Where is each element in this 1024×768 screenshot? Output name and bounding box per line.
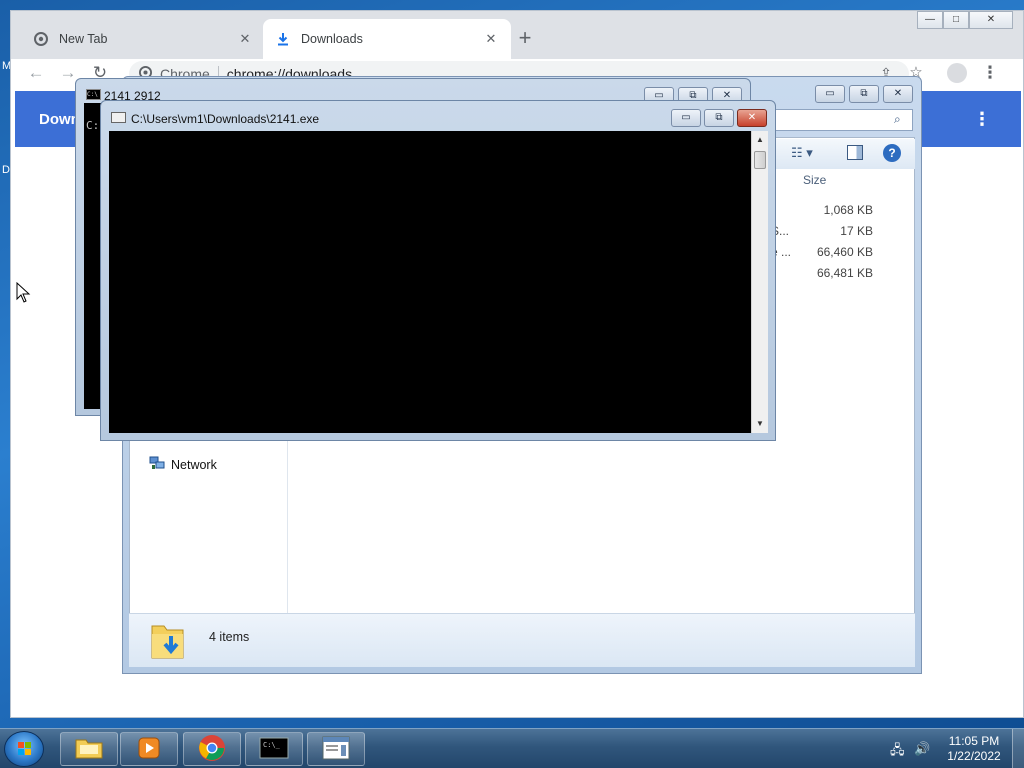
column-header-size[interactable]: Size	[803, 173, 826, 187]
media-player-icon	[137, 736, 161, 763]
window-title: C:\Users\vm1\Downloads\2141.exe	[131, 112, 320, 126]
taskbar-command-prompt[interactable]: C:\_	[245, 732, 303, 766]
minimize-button[interactable]: ▭	[815, 85, 845, 103]
taskbar-explorer[interactable]	[60, 732, 118, 766]
help-icon[interactable]: ?	[883, 144, 901, 162]
console-output[interactable]	[109, 131, 751, 433]
windows-logo-icon	[18, 742, 31, 755]
chrome-icon	[33, 31, 49, 47]
search-icon: ⌕	[894, 112, 901, 126]
scroll-thumb[interactable]	[754, 151, 766, 169]
taskbar: C:\_ 🖧 🔊 11:05 PM 1/22/2022	[0, 728, 1024, 768]
file-size: 1,068 KB	[823, 203, 873, 217]
status-bar: 4 items	[129, 613, 915, 667]
clock-date: 1/22/2022	[947, 749, 1001, 763]
network-tray-icon[interactable]: 🖧	[890, 741, 905, 763]
chrome-icon	[198, 734, 226, 765]
profile-avatar-icon[interactable]	[947, 63, 967, 83]
taskbar-window-app[interactable]	[307, 732, 365, 766]
console-app-icon	[111, 112, 126, 123]
mouse-cursor-icon	[16, 282, 31, 303]
show-desktop-button[interactable]	[1012, 729, 1024, 768]
clock-time: 11:05 PM	[948, 734, 1000, 748]
console-prompt: C:	[86, 119, 100, 132]
volume-icon[interactable]: 🔊	[914, 741, 930, 757]
tab-label: Downloads	[301, 32, 363, 46]
maximize-button[interactable]: ⧉	[704, 109, 734, 127]
minimize-button[interactable]: —	[917, 11, 943, 29]
network-icon	[149, 455, 165, 474]
more-options-icon[interactable]: ⋮	[973, 109, 991, 130]
console-scrollbar[interactable]: ▲ ▼	[751, 131, 768, 433]
start-button[interactable]	[4, 731, 44, 767]
minimize-button[interactable]: ▭	[671, 109, 701, 127]
scroll-up-icon[interactable]: ▲	[752, 135, 768, 144]
download-icon	[275, 31, 291, 47]
taskbar-media-player[interactable]	[120, 732, 178, 766]
desktop-edge-text: D	[2, 164, 10, 176]
menu-kebab-icon[interactable]: ⋮	[979, 63, 1001, 85]
search-input[interactable]: ⌕	[773, 109, 913, 131]
view-options-icon[interactable]: ☷ ▾	[791, 145, 813, 161]
file-size: 66,460 KB	[816, 245, 873, 259]
window-app-icon	[322, 736, 350, 763]
console-window-2141[interactable]: C:\Users\vm1\Downloads\2141.exe ▭ ⧉ ✕ ▲ …	[100, 100, 776, 441]
scroll-down-icon[interactable]: ▼	[752, 419, 768, 428]
maximize-button[interactable]: ⧉	[849, 85, 879, 103]
file-size: 66,481 KB	[816, 266, 873, 280]
file-size: 17 KB	[840, 224, 873, 238]
close-window-button[interactable]: ✕	[969, 11, 1013, 29]
close-tab-icon[interactable]: ✕	[237, 31, 253, 47]
downloads-folder-icon	[149, 620, 187, 665]
nav-item-network[interactable]: Network	[149, 455, 217, 474]
system-clock[interactable]: 11:05 PM 1/22/2022	[940, 734, 1008, 764]
close-button[interactable]: ✕	[883, 85, 913, 103]
svg-text:C:\_: C:\_	[263, 741, 281, 749]
command-prompt-icon: C:\	[86, 89, 101, 100]
tab-new-tab[interactable]: New Tab ✕	[21, 19, 265, 59]
taskbar-chrome[interactable]	[183, 732, 241, 766]
explorer-icon	[74, 736, 104, 763]
maximize-button[interactable]: □	[943, 11, 969, 29]
tab-strip: New Tab ✕ Downloads ✕ + — □ ✕	[11, 11, 1023, 59]
tab-label: New Tab	[59, 32, 108, 46]
tab-downloads[interactable]: Downloads ✕	[263, 19, 511, 59]
back-arrow-icon[interactable]: ←	[25, 63, 47, 85]
item-count: 4 items	[209, 630, 250, 644]
new-tab-button[interactable]: +	[511, 25, 539, 53]
page-title: Down	[39, 111, 80, 128]
command-prompt-icon: C:\_	[259, 737, 289, 762]
close-tab-icon[interactable]: ✕	[483, 31, 499, 47]
close-button[interactable]: ✕	[737, 109, 767, 127]
preview-pane-icon[interactable]	[847, 145, 863, 160]
nav-item-label: Network	[171, 457, 217, 472]
